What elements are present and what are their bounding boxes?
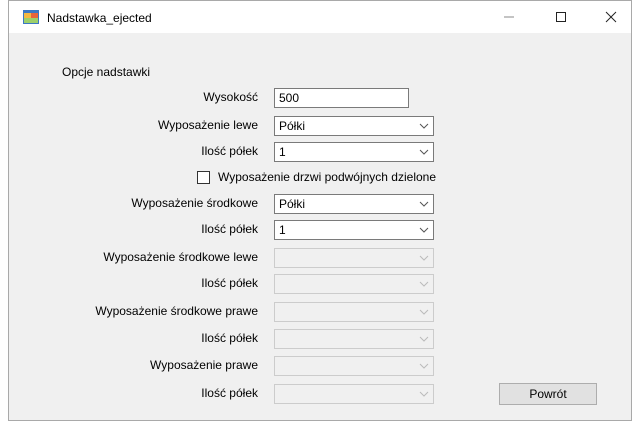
height-label: Wysokość: [203, 90, 258, 104]
form-area: Opcje nadstawki Wysokość Wyposażenie lew…: [9, 33, 631, 420]
chevron-down-icon: [415, 357, 433, 375]
middle-equipment-label: Wyposażenie środkowe: [131, 196, 258, 210]
chevron-down-icon: [415, 143, 433, 161]
maximize-icon: [556, 12, 566, 22]
back-button-label: Powrót: [529, 387, 567, 401]
middle-right-shelves-label: Ilość półek: [201, 331, 258, 345]
middle-left-shelves-label: Ilość półek: [201, 276, 258, 290]
right-shelves-label: Ilość półek: [201, 386, 258, 400]
maximize-button[interactable]: [539, 1, 583, 33]
minimize-icon: [504, 16, 514, 18]
chevron-down-icon: [415, 195, 433, 213]
chevron-down-icon: [415, 221, 433, 239]
app-window-icon: [23, 10, 39, 24]
middle-equipment-select[interactable]: Półki: [274, 194, 434, 214]
middle-left-shelves-select: [274, 274, 434, 294]
left-shelves-label: Ilość półek: [201, 144, 258, 158]
height-input[interactable]: [274, 88, 409, 108]
window-title: Nadstawka_ejected: [47, 11, 152, 25]
close-icon: [605, 11, 617, 23]
middle-shelves-select[interactable]: 1: [274, 220, 434, 240]
middle-shelves-label: Ilość półek: [201, 222, 258, 236]
left-shelves-select[interactable]: 1: [274, 142, 434, 162]
section-label: Opcje nadstawki: [62, 65, 151, 79]
middle-left-equipment-select: [274, 248, 434, 268]
left-shelves-value: 1: [279, 145, 286, 159]
left-equipment-label: Wyposażenie lewe: [158, 118, 258, 132]
middle-shelves-value: 1: [279, 223, 286, 237]
middle-left-equipment-label: Wyposażenie środkowe lewe: [103, 250, 258, 264]
middle-equipment-value: Półki: [279, 197, 306, 211]
minimize-button[interactable]: [487, 1, 531, 33]
chevron-down-icon: [415, 330, 433, 348]
double-door-checkbox[interactable]: Wyposażenie drzwi podwójnych dzielone: [197, 170, 436, 184]
left-equipment-value: Półki: [279, 119, 306, 133]
chevron-down-icon: [415, 249, 433, 267]
chevron-down-icon: [415, 385, 433, 403]
right-equipment-label: Wyposażenie prawe: [150, 358, 258, 372]
middle-right-shelves-select: [274, 329, 434, 349]
chevron-down-icon: [415, 303, 433, 321]
middle-right-equipment-select: [274, 302, 434, 322]
close-button[interactable]: [589, 1, 633, 33]
right-shelves-select: [274, 384, 434, 404]
title-bar[interactable]: Nadstawka_ejected: [9, 1, 631, 33]
back-button[interactable]: Powrót: [499, 383, 597, 405]
chevron-down-icon: [415, 117, 433, 135]
chevron-down-icon: [415, 275, 433, 293]
checkbox-square[interactable]: [197, 170, 210, 184]
middle-right-equipment-label: Wyposażenie środkowe prawe: [95, 304, 258, 318]
right-equipment-select: [274, 356, 434, 376]
double-door-checkbox-label: Wyposażenie drzwi podwójnych dzielone: [218, 170, 437, 184]
app-window: Nadstawka_ejected Opcje nadstawki Wysoko…: [0, 0, 638, 427]
left-equipment-select[interactable]: Półki: [274, 116, 434, 136]
